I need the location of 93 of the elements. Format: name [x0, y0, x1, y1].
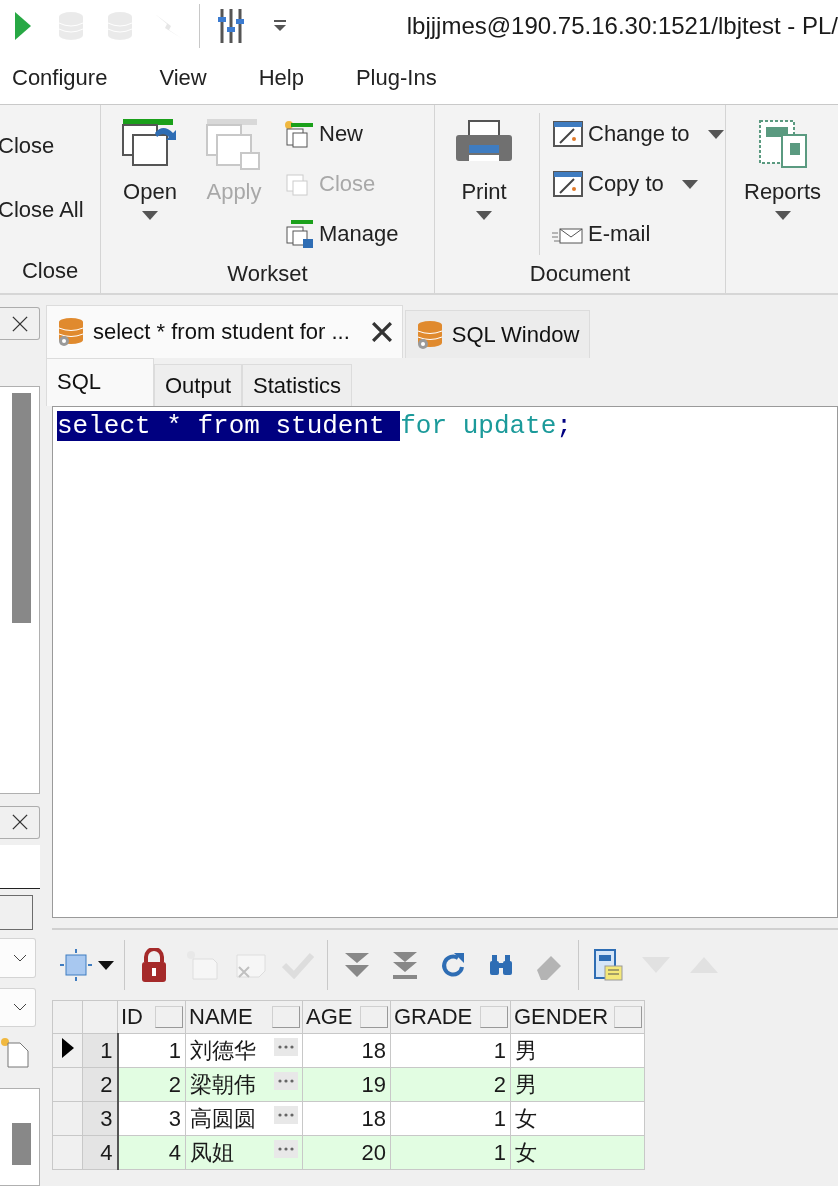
ellipsis-icon	[278, 1146, 294, 1151]
database-icon	[415, 319, 444, 350]
table-cell: 19	[302, 1067, 391, 1102]
table-cell: 4	[117, 1135, 186, 1170]
table-cell: 1	[117, 1033, 186, 1068]
table-cell: 女	[510, 1135, 645, 1170]
table-cell: 1	[390, 1135, 511, 1170]
side-button[interactable]	[0, 895, 33, 931]
sql-editor[interactable]: select * from student for update;	[52, 406, 838, 918]
close-icon	[11, 315, 28, 332]
lock-icon	[140, 948, 168, 982]
cell-text: 高圆圆	[190, 1104, 256, 1133]
column-header[interactable]: NAME	[185, 1000, 303, 1034]
current-row-icon	[61, 1037, 74, 1058]
column-header[interactable]: GRADE	[390, 1000, 511, 1034]
table-cell: 男	[510, 1033, 645, 1068]
close-icon	[371, 322, 392, 342]
chevron-down-icon	[13, 953, 27, 962]
sliders-icon	[218, 9, 245, 43]
manage-windows-icon	[283, 219, 315, 249]
column-header[interactable]: ID	[117, 1000, 186, 1034]
menu-item[interactable]: Plug-Ins	[355, 65, 437, 91]
group-label: Document	[528, 260, 632, 288]
ribbon-button[interactable]: Change to	[550, 113, 725, 155]
ribbon-button[interactable]: E-mail	[550, 213, 725, 255]
table-cell: 男	[510, 1067, 645, 1102]
table-cell: 20	[302, 1135, 391, 1170]
caret-icon	[98, 960, 114, 970]
close-button[interactable]	[0, 805, 40, 839]
menu-item[interactable]: View	[159, 65, 207, 91]
document-tab[interactable]: SQL Window	[404, 310, 591, 358]
table-cell: 1	[390, 1033, 511, 1068]
form-view-icon	[593, 948, 623, 982]
refresh-icon	[440, 951, 466, 979]
cell-text: 梁朝伟	[190, 1070, 256, 1099]
ribbon-button[interactable]: Open	[113, 113, 187, 224]
scrollbar-thumb[interactable]	[12, 1123, 31, 1166]
run-icon	[15, 12, 32, 40]
cell-text: 刘德华	[190, 1036, 256, 1065]
editor-tab[interactable]: Statistics	[242, 364, 353, 406]
header-cell	[82, 1000, 118, 1034]
table-cell: 18	[302, 1033, 391, 1068]
document-tab[interactable]: select * from student for ...	[46, 305, 403, 358]
dropdown-field[interactable]	[0, 987, 36, 1027]
input-field[interactable]	[0, 845, 40, 890]
new-record-icon	[185, 949, 219, 981]
edit-window-icon	[552, 119, 584, 149]
sql-text: ;	[556, 411, 572, 441]
ellipsis-icon	[278, 1112, 294, 1117]
table-cell: 18	[302, 1101, 391, 1136]
scrollbar-thumb[interactable]	[12, 393, 31, 624]
table-cell: 2	[117, 1067, 186, 1102]
table-cell: 2	[390, 1067, 511, 1102]
database-icon	[57, 317, 85, 347]
ellipsis-button[interactable]	[274, 1071, 298, 1090]
table-cell: 1	[390, 1101, 511, 1136]
sql-text: for update	[400, 411, 557, 441]
editor-tab[interactable]: Output	[154, 364, 243, 406]
ribbon-button[interactable]: Copy to	[550, 163, 725, 205]
ribbon-button[interactable]: Manage	[281, 213, 401, 255]
ribbon-button[interactable]: Reports	[738, 113, 828, 224]
ellipsis-button[interactable]	[274, 1105, 298, 1124]
double-down-icon	[343, 951, 371, 979]
editor-tab[interactable]: SQL	[46, 358, 154, 406]
last-record-icon	[391, 950, 419, 980]
window-title: lbjjjmes@190.75.16.30:1521/lbjtest - PL/	[406, 12, 838, 40]
group-label: Workset	[226, 260, 309, 288]
binoculars-icon	[488, 953, 514, 977]
chevron-down-icon	[13, 1003, 27, 1012]
menu-item[interactable]: Configure	[12, 65, 108, 91]
sql-text: select * from student	[57, 411, 401, 441]
group-label: Close	[20, 257, 80, 285]
dropdown-icon	[272, 19, 287, 33]
ellipsis-icon	[278, 1078, 294, 1083]
ellipsis-button[interactable]	[274, 1037, 298, 1056]
toolbar-button[interactable]	[60, 946, 114, 984]
ellipsis-icon	[278, 1044, 294, 1049]
column-header[interactable]: AGE	[302, 1000, 391, 1034]
column-header[interactable]: GENDER	[510, 1000, 645, 1034]
close-icon	[11, 814, 28, 831]
ribbon-button[interactable]: New	[281, 113, 401, 155]
ellipsis-button[interactable]	[274, 1139, 298, 1158]
select-area-icon	[60, 949, 92, 981]
close-button[interactable]	[0, 307, 40, 341]
cell-text: 凤姐	[190, 1138, 234, 1167]
edit-window-icon	[552, 169, 584, 199]
table-cell: 女	[510, 1101, 645, 1136]
menu-item[interactable]: Help	[258, 65, 304, 91]
new-file-icon[interactable]	[0, 1036, 30, 1069]
new-window-icon	[283, 119, 315, 149]
table-cell: 3	[117, 1101, 186, 1136]
ribbon-button[interactable]: Print	[447, 113, 521, 224]
dropdown-field[interactable]	[0, 938, 36, 978]
